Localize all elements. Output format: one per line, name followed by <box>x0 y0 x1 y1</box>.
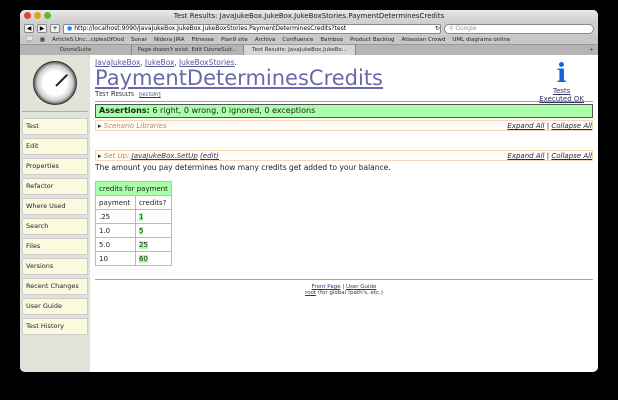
credits-value: 25 <box>138 240 148 249</box>
bookmark[interactable]: Archiva <box>255 35 276 44</box>
search-placeholder: Google <box>455 24 477 32</box>
table-row: .25 1 <box>95 209 172 224</box>
setup-label: Set Up: <box>103 152 130 160</box>
bookmark[interactable]: Nidera JIRA <box>154 35 185 44</box>
expand-all-link[interactable]: Expand All <box>507 122 544 130</box>
url-text: http://localhost:9090/JavaJukeBox.JukeBo… <box>74 24 347 32</box>
credits-cell: 60 <box>134 251 172 266</box>
payment-cell: .25 <box>95 209 136 224</box>
bookmark[interactable]: Fitnesse <box>192 35 214 44</box>
credits-value: 1 <box>138 212 144 221</box>
bookmark[interactable]: Product Backlog <box>350 35 394 44</box>
top-sites-icon[interactable]: ▦ <box>40 35 45 44</box>
reading-list-icon[interactable]: 📖 <box>26 35 33 44</box>
window-title: Test Results: JavaJukeBox.JukeBox.JukeBo… <box>173 12 445 20</box>
credits-value: 60 <box>138 254 148 263</box>
bookmark[interactable]: Confluence <box>282 35 313 44</box>
tab-bar: DzoneSuite Page doesn't exist. Edit Dzon… <box>20 45 598 55</box>
bookmark[interactable]: Bamboo <box>320 35 343 44</box>
credits-value: 5 <box>138 226 144 235</box>
divider <box>95 279 593 280</box>
bookmark[interactable]: Sonar <box>131 35 147 44</box>
setup-section[interactable]: ▸ Set Up: JavaJukeBox.SetUp (edit) Expan… <box>95 150 593 161</box>
sidebar-item-versions[interactable]: Versions <box>22 258 88 275</box>
collapse-all-link[interactable]: Collapse All <box>551 122 592 130</box>
sidebar-item-where-used[interactable]: Where Used <box>22 198 88 215</box>
page-subtitle: Test Results <box>95 90 135 98</box>
forward-button[interactable]: ▶ <box>37 24 47 33</box>
sidebar-item-properties[interactable]: Properties <box>22 158 88 175</box>
bookmark[interactable]: Atlassian Crowd <box>401 35 445 44</box>
search-field[interactable]: ⚲ Google <box>444 23 594 34</box>
credits-table: credits for payment payment credits? .25 1… <box>95 181 172 266</box>
assertions-label: Assertions: <box>99 106 150 115</box>
bookmark[interactable]: ArticleS.Unc...ciplesOfOod <box>52 35 124 44</box>
info-icon: i <box>556 59 567 89</box>
payment-cell: 5.0 <box>95 237 136 252</box>
sidebar-item-search[interactable]: Search <box>22 218 88 235</box>
page-title[interactable]: PaymentDeterminesCredits <box>95 67 593 89</box>
browser-window: Test Results: JavaJukeBox.JukeBox.JukeBo… <box>20 10 598 372</box>
setup-link[interactable]: JavaJukeBox.SetUp <box>132 152 198 160</box>
sidebar: Test Edit Properties Refactor Where Used… <box>20 55 90 372</box>
collapse-all-link[interactable]: Collapse All <box>551 152 592 160</box>
credits-cell: 25 <box>134 237 172 252</box>
sidebar-item-refactor[interactable]: Refactor <box>22 178 88 195</box>
minimize-button[interactable] <box>34 12 41 19</box>
title-bar: Test Results: JavaJukeBox.JukeBox.JukeBo… <box>20 10 598 22</box>
history-link[interactable]: [history] <box>139 92 161 98</box>
back-button[interactable]: ◀ <box>24 24 34 33</box>
sidebar-item-user-guide[interactable]: User Guide <box>22 298 88 315</box>
url-field[interactable]: ● http://localhost:9090/JavaJukeBox.JukeB… <box>63 23 441 34</box>
column-header: credits? <box>134 195 172 210</box>
table-row: 10 60 <box>95 251 172 266</box>
credits-cell: 1 <box>134 209 172 224</box>
root-link[interactable]: root <box>305 290 316 296</box>
bookmarks-bar: 📖 ▦ ArticleS.Unc...ciplesOfOod Sonar Nide… <box>20 35 598 45</box>
tab-dzonesuite[interactable]: DzoneSuite <box>20 45 132 55</box>
payment-cell: 1.0 <box>95 223 136 238</box>
divider <box>95 101 593 102</box>
toolbar: ◀ ▶ + ● http://localhost:9090/JavaJukeBox… <box>20 22 598 35</box>
bookmark[interactable]: Plan9 site <box>221 35 248 44</box>
tab-page-doesnt-exist[interactable]: Page doesn't exist. Edit DzoneSuit... <box>132 45 244 55</box>
sidebar-item-edit[interactable]: Edit <box>22 138 88 155</box>
assertions-text: 6 right, 0 wrong, 0 ignored, 0 exception… <box>152 106 316 115</box>
tab-test-results[interactable]: Test Results: JavaJukeBox.JukeBo... <box>244 45 356 55</box>
assertions-summary: Assertions: 6 right, 0 wrong, 0 ignored,… <box>95 104 593 118</box>
scenario-label: Scenario Libraries <box>103 122 167 130</box>
setup-edit-link[interactable]: (edit) <box>200 152 219 160</box>
table-title: credits for payment <box>95 181 172 196</box>
fitnesse-logo[interactable] <box>33 61 77 105</box>
status-line-1[interactable]: Tests <box>553 87 570 95</box>
scenario-libraries-section[interactable]: ▸ Scenario Libraries Expand All | Collap… <box>95 120 593 131</box>
root-note: (for global !path's, etc.) <box>317 290 383 296</box>
reload-icon[interactable]: ↻ <box>435 25 440 33</box>
column-header: payment <box>95 195 136 210</box>
test-status[interactable]: i Tests Executed OK <box>539 61 584 103</box>
add-bookmark-button[interactable]: + <box>50 24 60 33</box>
separator: | <box>546 152 550 160</box>
expand-all-link[interactable]: Expand All <box>507 152 544 160</box>
globe-icon: ● <box>67 24 73 32</box>
separator: | <box>546 122 550 130</box>
close-button[interactable] <box>24 12 31 19</box>
table-row: 5.0 25 <box>95 237 172 252</box>
new-tab-button[interactable]: + <box>356 45 598 55</box>
sidebar-item-test-history[interactable]: Test History <box>22 318 88 335</box>
sidebar-item-recent-changes[interactable]: Recent Changes <box>22 278 88 295</box>
table-row: 1.0 5 <box>95 223 172 238</box>
footer: Front Page | User Guide root (for global… <box>305 284 383 296</box>
description: The amount you pay determines how many c… <box>95 163 391 172</box>
status-line-2[interactable]: Executed OK <box>539 95 584 103</box>
payment-cell: 10 <box>95 251 136 266</box>
bookmark[interactable]: UML diagrams online <box>452 35 510 44</box>
sidebar-item-test[interactable]: Test <box>22 118 88 135</box>
zoom-button[interactable] <box>44 12 51 19</box>
sidebar-item-files[interactable]: Files <box>22 238 88 255</box>
credits-cell: 5 <box>134 223 172 238</box>
main-content: JavaJukeBox, JukeBox, JukeBoxStories. Pa… <box>90 55 598 372</box>
